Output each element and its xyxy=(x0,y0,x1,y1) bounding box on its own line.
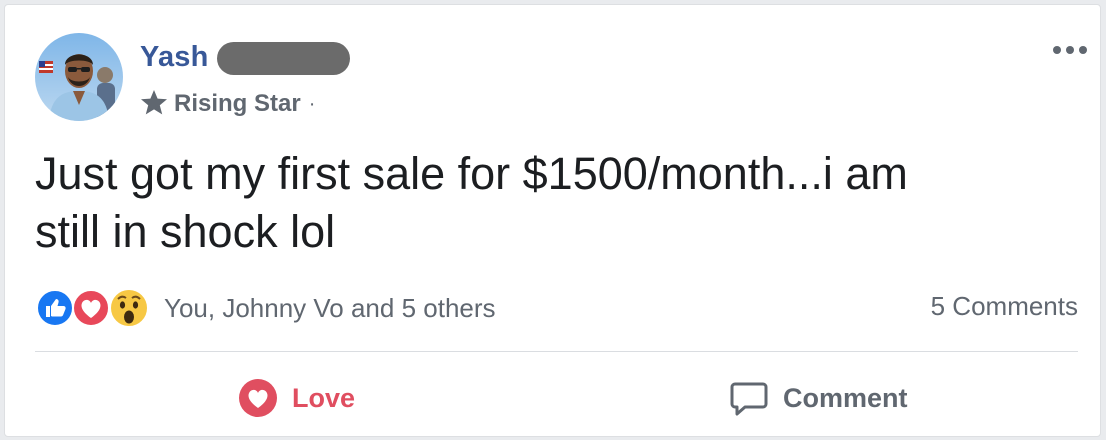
wow-icon xyxy=(107,286,151,335)
love-label: Love xyxy=(292,382,356,413)
star-icon xyxy=(140,89,168,120)
love-button[interactable]: Love xyxy=(238,375,355,421)
more-options-icon[interactable] xyxy=(1050,39,1090,61)
badge-separator: · xyxy=(308,92,316,115)
badge-label[interactable]: Rising Star xyxy=(174,90,301,118)
member-badge: Rising Star · xyxy=(140,89,315,119)
post-card: Yash Rising Star · Just got my first sal… xyxy=(4,4,1101,437)
reactions-names[interactable]: You, Johnny Vo and 5 others xyxy=(164,293,496,324)
like-icon xyxy=(35,288,75,333)
post-text: Just got my first sale for $1500/month..… xyxy=(35,148,908,257)
comment-button[interactable]: Comment xyxy=(729,375,908,421)
comment-icon xyxy=(729,378,769,418)
redacted-surname xyxy=(217,42,350,75)
comment-label: Comment xyxy=(783,382,908,413)
author-name[interactable]: Yash xyxy=(140,41,209,74)
love-icon xyxy=(71,288,111,333)
love-icon xyxy=(238,378,278,418)
avatar[interactable] xyxy=(35,33,123,121)
reaction-icons xyxy=(35,288,160,328)
avatar-photo xyxy=(35,33,123,121)
comments-count[interactable]: 5 Comments xyxy=(931,291,1078,322)
divider xyxy=(35,351,1078,352)
reactions-summary[interactable]: You, Johnny Vo and 5 others xyxy=(35,288,496,328)
